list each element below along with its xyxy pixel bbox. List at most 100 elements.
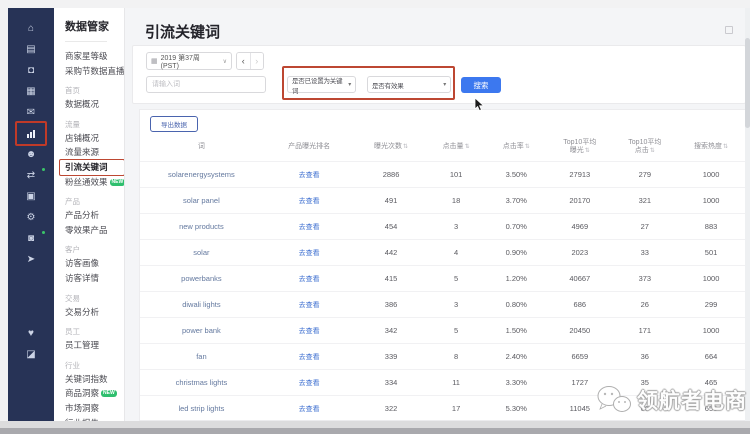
sort-icon[interactable]: ⇅ (650, 148, 655, 154)
sidebar-item[interactable]: 关键词指数 (65, 372, 124, 387)
rail-item-orders[interactable]: ▤ (8, 39, 54, 60)
scrollbar-thumb[interactable] (745, 38, 750, 128)
rail-item-settings[interactable]: ⚙ (8, 207, 54, 228)
sort-icon[interactable]: ⇅ (403, 144, 408, 150)
view-ranking-link[interactable]: 去查看 (263, 222, 356, 232)
sidebar-item[interactable]: 市场洞察 (65, 401, 124, 416)
sidebar-menu: 商家星等级采购节数据直播间首页数据概况流量店铺概况流量来源引流关键词粉丝通效果N… (65, 49, 124, 421)
top10-clicks-cell: 26 (612, 300, 677, 309)
sidebar-item[interactable]: 流量来源 (65, 145, 124, 160)
prev-week-button[interactable]: ‹ (237, 53, 251, 69)
protection-icon: ◘ (28, 66, 34, 76)
column-header[interactable]: 曝光次数⇅ (355, 143, 426, 151)
business-icon: ◪ (26, 350, 35, 360)
keyword-set-dropdown[interactable]: 是否已设置为关键词 ▾ (287, 76, 356, 93)
clicks-cell: 5 (427, 326, 486, 335)
icon-rail: ⌂▤ ◘ ▦✉ ☻⇄▣⚙◙➤ ♥ ◪ (8, 8, 54, 421)
expand-icon[interactable] (725, 26, 733, 34)
top10-clicks-cell: 279 (612, 170, 677, 179)
sidebar-item[interactable]: 员工管理 (65, 338, 124, 353)
next-week-button[interactable]: › (251, 53, 264, 69)
ctr-cell: 0.80% (485, 300, 547, 309)
effective-dropdown-value: 是否有效果 (372, 80, 404, 90)
top10-exposure-cell: 686 (547, 300, 612, 309)
sort-icon[interactable]: ⇅ (723, 144, 728, 150)
sidebar-item[interactable]: 引流关键词 (65, 160, 124, 175)
sidebar-item[interactable]: 商家星等级 (65, 49, 124, 64)
view-ranking-link[interactable]: 去查看 (263, 274, 356, 284)
sidebar-section-label: 流量 (65, 118, 124, 131)
sidebar-item[interactable]: 数据概况 (65, 97, 124, 112)
bar-chart-icon (27, 130, 35, 138)
view-ranking-link[interactable]: 去查看 (263, 248, 356, 258)
keywords-table-card: 导出数据 词产品曝光排名曝光次数⇅点击量⇅点击率⇅Top10平均曝光⇅Top10… (139, 109, 746, 421)
export-data-button[interactable]: 导出数据 (150, 116, 198, 132)
view-ranking-link[interactable]: 去查看 (263, 326, 356, 336)
sidebar-item[interactable]: 采购节数据直播间 (65, 64, 124, 79)
calendar-icon: ▦ (151, 57, 158, 65)
sidebar-item[interactable]: 店铺概况 (65, 131, 124, 146)
effective-dropdown[interactable]: 是否有效果 ▾ (367, 76, 451, 93)
column-header[interactable]: 点击量⇅ (427, 143, 486, 151)
rail-item-contacts[interactable]: ☻ (8, 144, 54, 165)
exposure-count-cell: 2886 (355, 170, 426, 179)
sidebar-item-label: 零效果产品 (65, 225, 108, 235)
top10-clicks-cell: 36 (612, 352, 677, 361)
app-title: 数据管家 (65, 18, 124, 34)
sort-icon[interactable]: ⇅ (585, 148, 590, 154)
sidebar-item[interactable]: 产品分析 (65, 208, 124, 223)
sort-icon[interactable]: ⇅ (525, 144, 530, 150)
rail-item-send[interactable]: ➤ (8, 249, 54, 270)
view-ranking-link[interactable]: 去查看 (263, 300, 356, 310)
sidebar-item[interactable]: 零效果产品 (65, 223, 124, 238)
sidebar-item-label: 引流关键词 (65, 162, 108, 172)
rail-item-messages[interactable]: ✉ (8, 102, 54, 123)
keyword-cell: led strip lights (140, 404, 263, 413)
ctr-cell: 3.70% (485, 196, 547, 205)
view-ranking-link[interactable]: 去查看 (263, 378, 356, 388)
sidebar-section-label: 行业 (65, 359, 124, 372)
rail-item-marketing[interactable]: ◙ (8, 228, 54, 249)
sidebar-item[interactable]: 商品洞察NEW (65, 386, 124, 401)
sidebar-item[interactable]: 粉丝通效果NEW (65, 175, 124, 190)
sidebar-item[interactable]: 交易分析 (65, 305, 124, 320)
rail-item-favorites[interactable]: ♥ (8, 323, 54, 344)
week-picker[interactable]: ▦ 2019 第37周 (PST) ∨ (146, 52, 232, 70)
clicks-cell: 4 (427, 248, 486, 257)
column-header[interactable]: Top10平均点击⇅ (612, 139, 677, 155)
watermark: 领航者电商 (596, 384, 747, 416)
scrollbar[interactable] (745, 8, 750, 421)
view-ranking-link[interactable]: 去查看 (263, 170, 356, 180)
column-header-label: 产品曝光排名 (288, 143, 330, 150)
column-header[interactable]: 点击率⇅ (485, 143, 547, 151)
rail-item-home[interactable]: ⌂ (8, 18, 54, 39)
table-row: diwali lights去查看38630.80%68626299 (140, 291, 745, 317)
column-header-label: 曝光次数 (374, 143, 402, 150)
rail-item-products[interactable]: ▣ (8, 186, 54, 207)
column-header[interactable]: Top10平均曝光⇅ (547, 139, 612, 155)
rail-item-apps[interactable]: ▦ (8, 81, 54, 102)
chevron-down-icon: ▾ (348, 81, 351, 88)
exposure-count-cell: 491 (355, 196, 426, 205)
rail-item-transfer[interactable]: ⇄ (8, 165, 54, 186)
search-heat-cell: 1000 (677, 196, 745, 205)
keyword-cell: power bank (140, 326, 263, 335)
rail-item-protection[interactable]: ◘ (8, 60, 54, 81)
sidebar-item-label: 采购节数据直播间 (65, 66, 125, 76)
search-button[interactable]: 搜索 (461, 77, 501, 93)
ctr-cell: 5.30% (485, 404, 547, 413)
sidebar-item[interactable]: 访客详情 (65, 271, 124, 286)
rail-item-analytics[interactable] (8, 123, 54, 144)
column-header[interactable]: 搜索热度⇅ (677, 143, 745, 151)
top10-clicks-cell: 321 (612, 196, 677, 205)
sort-icon[interactable]: ⇅ (465, 144, 470, 150)
table-row: solar panel去查看491183.70%201703211000 (140, 187, 745, 213)
view-ranking-link[interactable]: 去查看 (263, 196, 356, 206)
ctr-cell: 1.50% (485, 326, 547, 335)
rail-item-business[interactable]: ◪ (8, 344, 54, 365)
view-ranking-link[interactable]: 去查看 (263, 352, 356, 362)
exposure-count-cell: 415 (355, 274, 426, 283)
keyword-search-input[interactable] (146, 76, 266, 93)
sidebar-item[interactable]: 访客画像 (65, 256, 124, 271)
view-ranking-link[interactable]: 去查看 (263, 404, 356, 414)
